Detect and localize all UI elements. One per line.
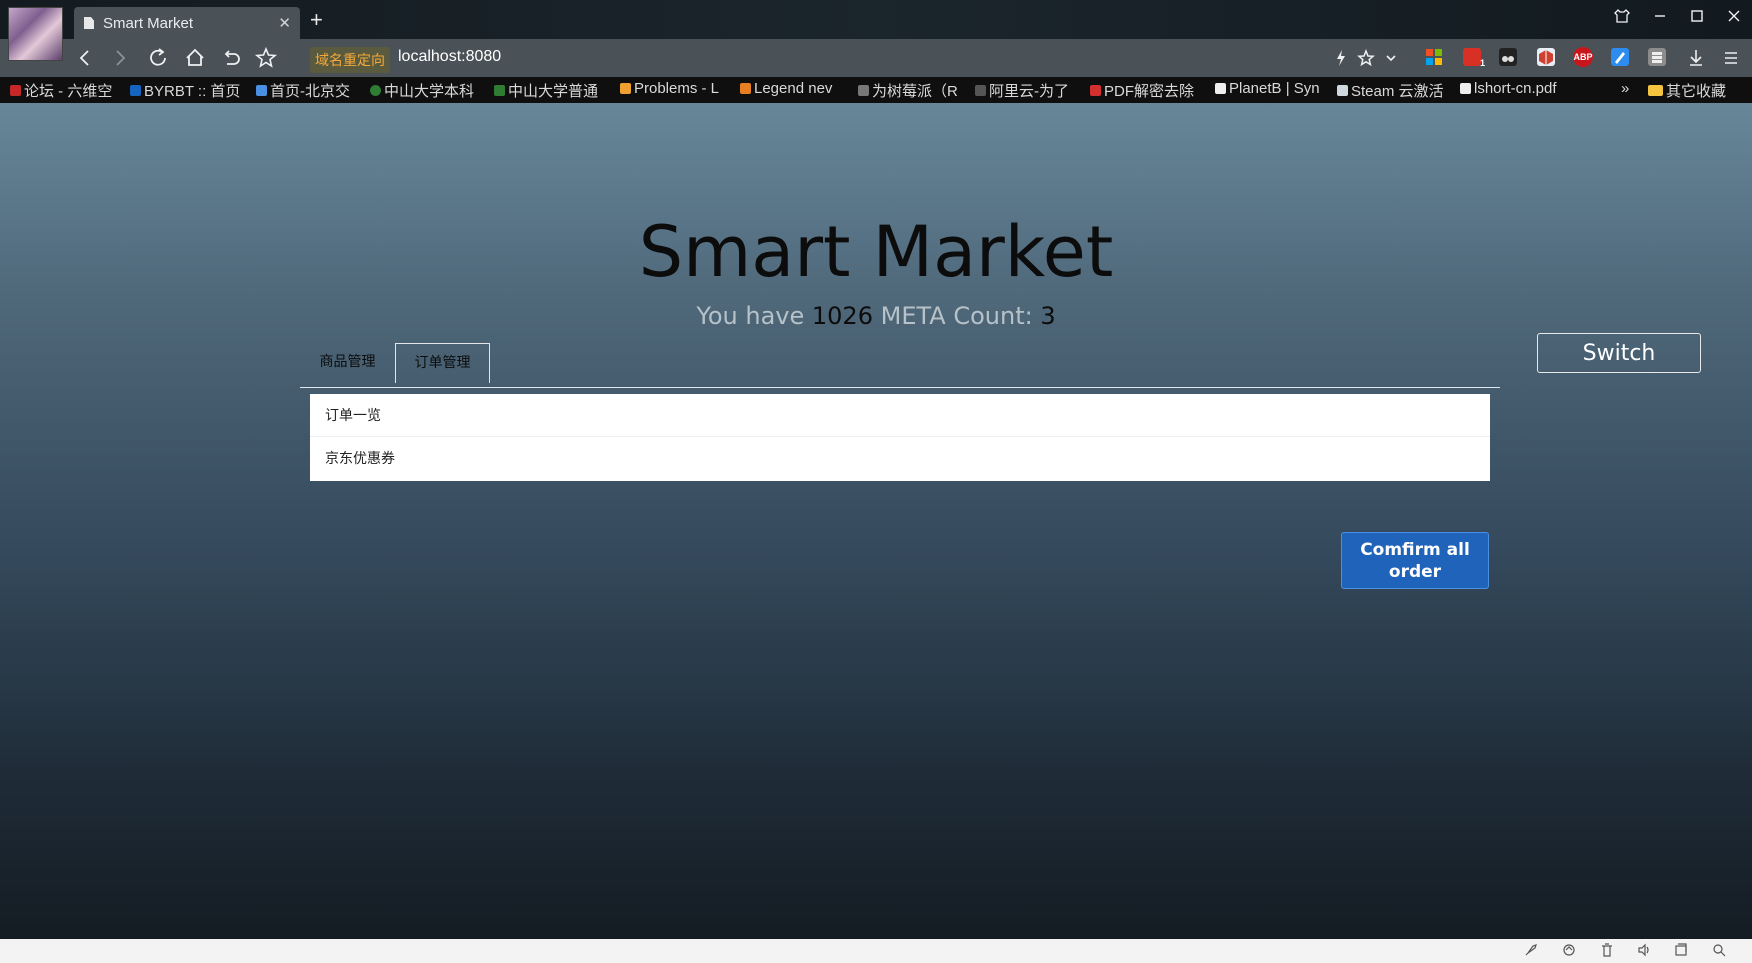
confirm-all-order-button[interactable]: Comfirm all order	[1341, 532, 1489, 589]
bookmark-item[interactable]: 中山大学本科	[370, 80, 474, 101]
balance-unit: META	[880, 302, 946, 330]
browser-toolbar: 域名重定向 localhost:8080 1 ABP	[0, 39, 1752, 77]
bookmark-item[interactable]: BYRBT :: 首页	[130, 80, 240, 101]
close-window-icon[interactable]	[1726, 8, 1742, 29]
bookmark-item[interactable]: 为树莓派（R	[858, 80, 958, 101]
bookmark-item[interactable]: 中山大学普通	[494, 80, 598, 101]
adblock-plus-icon[interactable]: ABP	[1573, 47, 1593, 67]
count-value: 3	[1040, 302, 1056, 330]
forward-icon[interactable]	[107, 45, 133, 71]
bookmark-item[interactable]: Steam 云激活	[1337, 80, 1444, 101]
back-icon[interactable]	[72, 45, 98, 71]
page-title: Smart Market	[638, 211, 1114, 293]
undo-close-icon[interactable]	[218, 45, 244, 71]
tampermonkey-icon[interactable]	[1499, 48, 1517, 66]
bookmark-item[interactable]: PDF解密去除	[1090, 80, 1194, 101]
favorite-star-icon[interactable]	[253, 45, 279, 71]
trash-icon[interactable]	[1600, 943, 1614, 960]
bookmark-item[interactable]: Legend nev	[740, 80, 832, 97]
browser-status-bar	[0, 939, 1752, 963]
folder-icon	[1648, 85, 1663, 96]
pen-extension-icon[interactable]	[1611, 48, 1629, 66]
message-extension-icon[interactable]: 1	[1463, 48, 1485, 68]
close-tab-icon[interactable]: ✕	[278, 14, 291, 32]
download-icon[interactable]	[1683, 45, 1709, 71]
menu-icon[interactable]	[1718, 45, 1744, 71]
volume-icon[interactable]	[1637, 943, 1651, 960]
tab-order-management[interactable]: 订单管理	[395, 343, 490, 383]
balance-value: 1026	[811, 302, 873, 330]
bookmark-item[interactable]: 首页-北京交	[256, 80, 350, 101]
list-item-jd-coupon[interactable]: 京东优惠券	[310, 437, 1490, 480]
bookmarks-bar: 论坛 - 六维空 BYRBT :: 首页 首页-北京交 中山大学本科 中山大学普…	[0, 77, 1752, 103]
address-bar[interactable]: localhost:8080	[398, 48, 501, 66]
profile-avatar[interactable]	[8, 7, 63, 61]
bookmark-star-icon[interactable]	[1353, 45, 1379, 71]
home-icon[interactable]	[182, 45, 208, 71]
rocket-icon[interactable]	[1524, 943, 1538, 960]
new-tab-button[interactable]: +	[310, 9, 323, 31]
browser-tab[interactable]: Smart Market ✕	[74, 7, 300, 39]
chevron-down-icon[interactable]	[1378, 45, 1404, 71]
sync-icon[interactable]	[1562, 943, 1576, 960]
bookmark-item[interactable]: lshort-cn.pdf	[1460, 80, 1557, 97]
tab-title: Smart Market	[103, 14, 194, 32]
balance-summary: You have 1026 META Count: 3	[0, 302, 1752, 330]
domain-redirect-badge[interactable]: 域名重定向	[310, 47, 390, 73]
bookmarks-overflow-button[interactable]: »	[1621, 80, 1629, 97]
order-list: 订单一览 京东优惠券	[310, 394, 1490, 481]
other-bookmarks-folder[interactable]: 其它收藏	[1648, 80, 1726, 101]
browser-title-bar: Smart Market ✕ +	[0, 0, 1752, 61]
minimize-icon[interactable]	[1652, 8, 1668, 29]
skin-icon[interactable]	[1614, 8, 1630, 29]
windows-apps-icon[interactable]	[1425, 48, 1443, 66]
list-item-order-overview[interactable]: 订单一览	[310, 394, 1490, 437]
bookmark-item[interactable]: 阿里云-为了	[975, 80, 1069, 101]
reload-icon[interactable]	[145, 45, 171, 71]
page-icon	[84, 17, 94, 29]
lightning-icon[interactable]	[1328, 45, 1354, 71]
balance-prefix: You have	[696, 302, 805, 330]
bookmark-item[interactable]: PlanetB | Syn	[1215, 80, 1320, 97]
window-icon[interactable]	[1674, 943, 1688, 960]
page-content: Smart Market You have 1026 META Count: 3…	[0, 103, 1752, 939]
tab-product-management[interactable]: 商品管理	[300, 343, 395, 382]
cube-extension-icon[interactable]	[1537, 48, 1555, 66]
tab-bar: 商品管理 订单管理	[300, 343, 1500, 388]
extension-badge-count: 1	[1479, 58, 1485, 68]
switch-button[interactable]: Switch	[1537, 333, 1701, 373]
zoom-icon[interactable]	[1712, 943, 1726, 960]
bookmark-item[interactable]: 论坛 - 六维空	[10, 80, 112, 101]
maximize-icon[interactable]	[1689, 8, 1705, 29]
count-label: Count:	[953, 302, 1033, 330]
bookmark-item[interactable]: Problems - L	[620, 80, 719, 97]
storage-extension-icon[interactable]	[1648, 48, 1666, 66]
